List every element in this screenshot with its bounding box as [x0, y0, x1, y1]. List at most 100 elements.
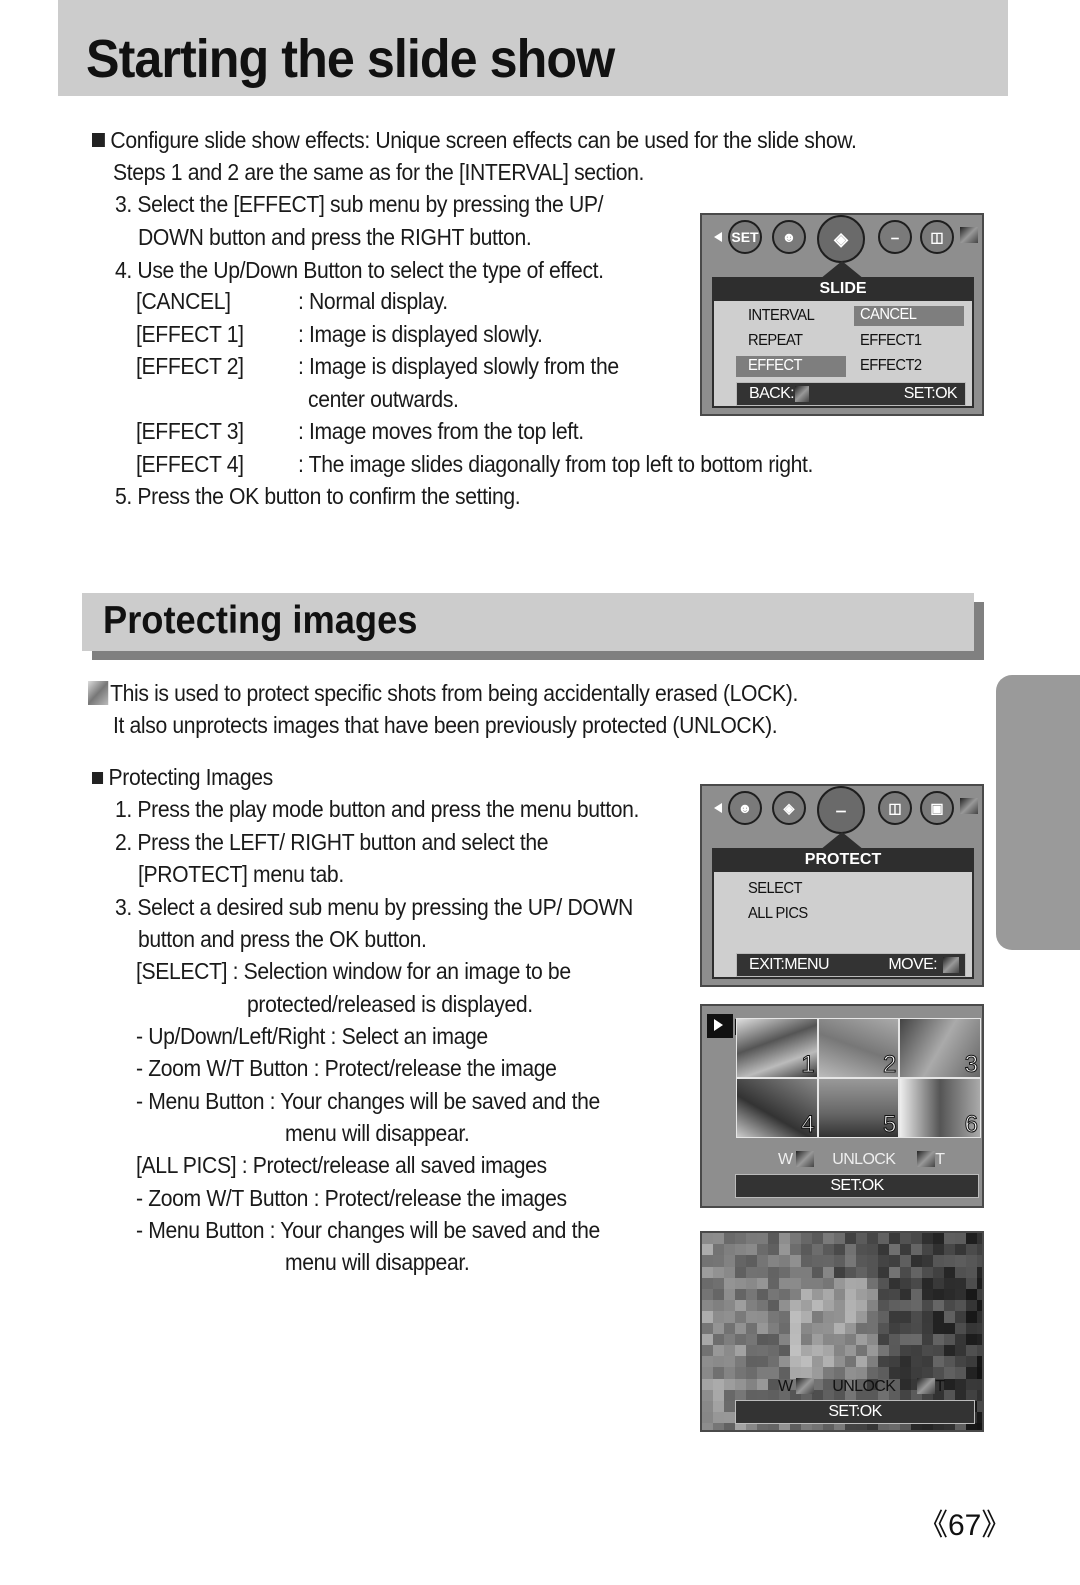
mosaic-pixel: [856, 1322, 867, 1335]
mosaic-pixel: [845, 1423, 856, 1430]
thumbnail-number: 1: [801, 1051, 815, 1079]
mosaic-pixel: [966, 1423, 977, 1430]
mosaic-pixel: [790, 1423, 801, 1430]
mosaic-pixel: [779, 1322, 790, 1335]
mosaic-pixel: [801, 1333, 812, 1346]
option-cancel[interactable]: CANCEL: [860, 306, 917, 324]
thumbnail[interactable]: 2: [818, 1019, 899, 1079]
option-effect1[interactable]: EFFECT1: [860, 332, 922, 350]
mosaic-pixel: [889, 1356, 900, 1369]
mosaic-pixel: [779, 1300, 790, 1313]
mosaic-pixel: [900, 1322, 911, 1335]
mosaic-pixel: [735, 1233, 746, 1245]
effect-desc: : Image is displayed slowly.: [298, 321, 543, 347]
mosaic-pixel: [724, 1266, 735, 1279]
mosaic-pixel: [977, 1277, 982, 1290]
mosaic-pixel: [944, 1333, 955, 1346]
mosaic-pixel: [768, 1266, 779, 1279]
bullet-square-icon: [92, 772, 104, 784]
thumbnail[interactable]: 4: [737, 1079, 817, 1139]
page-number: 《67》: [918, 1509, 1012, 1542]
mosaic-pixel: [713, 1277, 724, 1290]
mosaic-pixel: [713, 1266, 724, 1279]
thumbnail[interactable]: 5: [818, 1079, 899, 1139]
mosaic-pixel: [713, 1255, 724, 1268]
mosaic-pixel: [735, 1244, 746, 1257]
mosaic-pixel: [823, 1300, 834, 1313]
menu-item-all-pics[interactable]: ALL PICS: [748, 905, 808, 923]
mosaic-pixel: [834, 1333, 845, 1346]
mosaic-pixel: [801, 1300, 812, 1313]
mosaic-pixel: [724, 1333, 735, 1346]
slide-menu-screen: SET ☻ ◈ ⎯ ◫ SLIDE INTERVAL REPEAT EFFECT…: [700, 213, 984, 416]
mosaic-pixel: [757, 1255, 768, 1268]
menu-item-select[interactable]: SELECT: [748, 880, 803, 898]
menu-item-interval[interactable]: INTERVAL: [748, 307, 815, 325]
mosaic-pixel: [768, 1255, 779, 1268]
mosaic-pixel: [702, 1389, 713, 1402]
mosaic-pixel: [856, 1266, 867, 1279]
intro-line-2: Steps 1 and 2 are the same as for the [I…: [113, 159, 645, 185]
mosaic-pixel: [724, 1378, 735, 1391]
mosaic-pixel: [867, 1333, 878, 1346]
mosaic-pixel: [955, 1356, 966, 1369]
menu-item-effect[interactable]: EFFECT: [748, 357, 802, 375]
mosaic-pixel: [955, 1322, 966, 1335]
mosaic-pixel: [790, 1300, 801, 1313]
mosaic-pixel: [735, 1300, 746, 1313]
mosaic-pixel: [834, 1255, 845, 1268]
thumbnail-number: 3: [964, 1051, 978, 1079]
mosaic-pixel: [977, 1423, 982, 1430]
mosaic-pixel: [856, 1233, 867, 1245]
thumbnail-grid: 1 2 3 4 5 6: [736, 1018, 981, 1139]
mosaic-pixel: [713, 1289, 724, 1301]
menu-footer: EXIT:MENU MOVE:: [736, 953, 966, 977]
mosaic-pixel: [911, 1345, 922, 1357]
mosaic-pixel: [713, 1378, 724, 1391]
mosaic-pixel: [977, 1389, 982, 1402]
step-4: 4. Use the Up/Down Button to select the …: [115, 257, 604, 283]
mosaic-pixel: [834, 1277, 845, 1290]
mosaic-pixel: [702, 1255, 713, 1268]
option-effect2[interactable]: EFFECT2: [860, 357, 922, 375]
mosaic-pixel: [878, 1244, 889, 1257]
effect-key: [EFFECT 4]: [136, 451, 244, 477]
mosaic-pixel: [856, 1345, 867, 1357]
mosaic-pixel: [900, 1233, 911, 1245]
mosaic-pixel: [845, 1266, 856, 1279]
mosaic-pixel: [801, 1423, 812, 1430]
mosaic-pixel: [966, 1367, 977, 1380]
mosaic-pixel: [911, 1266, 922, 1279]
protect-menu-screen: ☻ ◈ ⎯ ◫ ▣ PROTECT SELECT ALL PICS EXIT:M…: [700, 784, 984, 987]
mosaic-pixel: [900, 1255, 911, 1268]
mosaic-pixel: [757, 1233, 768, 1245]
mosaic-pixel: [867, 1255, 878, 1268]
menu-item-repeat[interactable]: REPEAT: [748, 332, 803, 350]
mosaic-pixel: [889, 1333, 900, 1346]
mosaic-pixel: [889, 1266, 900, 1279]
thumbnail[interactable]: 3: [900, 1019, 980, 1079]
thumbnail[interactable]: 1: [737, 1019, 817, 1079]
mosaic-pixel: [790, 1333, 801, 1346]
mosaic-pixel: [955, 1233, 966, 1245]
wide-icon: [796, 1378, 815, 1394]
mosaic-pixel: [911, 1255, 922, 1268]
thumbnail-number: 2: [882, 1051, 897, 1079]
mosaic-pixel: [834, 1289, 845, 1301]
mosaic-pixel: [867, 1311, 878, 1324]
mosaic-pixel: [889, 1423, 900, 1430]
mosaic-pixel: [735, 1356, 746, 1369]
mosaic-pixel: [944, 1300, 955, 1313]
mosaic-pixel: [757, 1423, 768, 1430]
mosaic-pixel: [911, 1289, 922, 1301]
mosaic-pixel: [834, 1266, 845, 1279]
thumbnail[interactable]: 6: [900, 1079, 980, 1139]
set-ok-label: SET:OK: [830, 1177, 884, 1194]
mosaic-pixel: [801, 1233, 812, 1245]
mosaic-pixel: [933, 1255, 944, 1268]
mosaic-pixel: [966, 1244, 977, 1257]
note-picture-icon: [88, 681, 109, 705]
mosaic-pixel: [977, 1367, 982, 1380]
mosaic-pixel: [889, 1277, 900, 1290]
mosaic-pixel: [801, 1277, 812, 1290]
